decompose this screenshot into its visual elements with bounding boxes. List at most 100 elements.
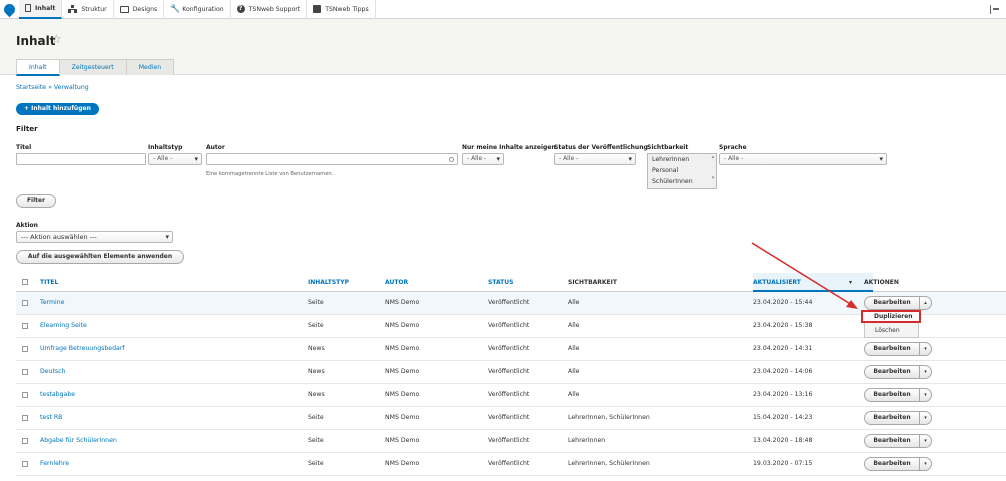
drupal-logo-icon[interactable] bbox=[0, 0, 19, 19]
row-author[interactable]: NMS Demo bbox=[385, 437, 419, 444]
autocomplete-icon bbox=[449, 157, 454, 162]
mine-select[interactable]: - Alle - bbox=[462, 153, 504, 165]
duplicate-action[interactable]: Duplizieren bbox=[861, 310, 921, 323]
col-status[interactable]: STATUS bbox=[488, 279, 513, 286]
toolbar-label: Inhalt bbox=[35, 4, 56, 12]
row-author[interactable]: NMS Demo bbox=[385, 322, 419, 329]
apply-bulk-button[interactable]: Auf die ausgewählten Elemente anwenden bbox=[16, 250, 184, 264]
chevron-down-icon[interactable]: ▾ bbox=[920, 457, 932, 471]
table-row: testabgabe News NMS Demo Veröffentlicht … bbox=[16, 384, 1006, 407]
row-title-link[interactable]: Fernlehre bbox=[40, 460, 69, 467]
edit-button[interactable]: Bearbeiten bbox=[864, 388, 920, 402]
row-author[interactable]: NMS Demo bbox=[385, 345, 419, 352]
row-title-link[interactable]: Umfrage Betreuungsbedarf bbox=[40, 345, 125, 352]
row-checkbox[interactable] bbox=[22, 369, 28, 375]
chevron-down-icon[interactable]: ▾ bbox=[920, 411, 932, 425]
toolbar-item-designs[interactable]: Designs bbox=[114, 0, 165, 19]
row-updated: 23.04.2020 - 15:44 bbox=[753, 299, 813, 306]
author-input[interactable] bbox=[206, 153, 458, 165]
mine-label: Nur meine Inhalte anzeigen bbox=[462, 144, 556, 151]
listbox-scrollbar[interactable]: ▴ ▾ bbox=[710, 154, 716, 188]
tab-zeitgesteuert[interactable]: Zeitgesteuert bbox=[58, 59, 127, 75]
row-author[interactable]: NMS Demo bbox=[385, 391, 419, 398]
visibility-option[interactable]: Personal bbox=[648, 165, 716, 176]
toolbar-item-support[interactable]: ? TSNweb Support bbox=[231, 0, 308, 19]
title-input[interactable] bbox=[16, 153, 146, 165]
edit-button[interactable]: Bearbeiten bbox=[864, 296, 920, 310]
col-author[interactable]: AUTOR bbox=[385, 279, 408, 286]
row-visibility: Alle bbox=[568, 391, 580, 398]
row-title-link[interactable]: Deutsch bbox=[40, 368, 65, 375]
row-actions: Bearbeiten ▾ bbox=[864, 411, 932, 425]
row-updated: 23.04.2020 - 14:31 bbox=[753, 345, 813, 352]
edit-button[interactable]: Bearbeiten bbox=[864, 342, 920, 356]
toolbar-item-konfiguration[interactable]: 🔧 Konfiguration bbox=[164, 0, 231, 19]
row-updated: 13.04.2020 - 18:48 bbox=[753, 437, 813, 444]
row-visibility: LehrerInnen, SchülerInnen bbox=[568, 460, 650, 467]
row-checkbox[interactable] bbox=[22, 323, 28, 329]
row-checkbox[interactable] bbox=[22, 392, 28, 398]
breadcrumb[interactable]: Startseite » Verwaltung bbox=[16, 84, 89, 91]
col-type[interactable]: INHALTSTYP bbox=[308, 279, 349, 286]
page-icon bbox=[25, 4, 31, 12]
toolbar-item-tipps[interactable]: TSNweb Tipps bbox=[307, 0, 376, 19]
chevron-down-icon[interactable]: ▾ bbox=[920, 434, 932, 448]
chevron-up-icon[interactable]: ▴ bbox=[920, 296, 932, 310]
type-select[interactable]: - Alle - bbox=[148, 153, 202, 165]
delete-action[interactable]: Löschen bbox=[865, 325, 918, 336]
row-checkbox[interactable] bbox=[22, 461, 28, 467]
col-updated[interactable]: AKTUALISIERT bbox=[753, 279, 801, 286]
star-icon[interactable]: ☆ bbox=[51, 32, 62, 46]
language-select[interactable]: - Alle - bbox=[719, 153, 887, 165]
row-title-link[interactable]: Termine bbox=[40, 299, 64, 306]
row-updated: 23.04.2020 - 14:06 bbox=[753, 368, 813, 375]
toolbar-item-inhalt[interactable]: Inhalt bbox=[19, 0, 63, 19]
type-label: Inhaltstyp bbox=[148, 144, 183, 151]
chevron-down-icon[interactable]: ▾ bbox=[920, 365, 932, 379]
row-checkbox[interactable] bbox=[22, 415, 28, 421]
row-title-link[interactable]: Elearning Seite bbox=[40, 322, 87, 329]
add-content-button[interactable]: + Inhalt hinzufügen bbox=[16, 103, 99, 115]
row-status: Veröffentlicht bbox=[488, 460, 530, 467]
row-title-link[interactable]: testabgabe bbox=[40, 391, 75, 398]
chevron-down-icon[interactable]: ▾ bbox=[920, 388, 932, 402]
status-select[interactable]: - Alle - bbox=[554, 153, 636, 165]
visibility-option[interactable]: SchülerInnen bbox=[648, 176, 716, 187]
row-checkbox[interactable] bbox=[22, 346, 28, 352]
toolbar-item-struktur[interactable]: Struktur bbox=[62, 0, 114, 19]
edit-button[interactable]: Bearbeiten bbox=[864, 365, 920, 379]
page-title: Inhalt bbox=[16, 34, 56, 48]
col-actions: AKTIONEN bbox=[864, 279, 899, 286]
row-visibility: Alle bbox=[568, 345, 580, 352]
row-title-link[interactable]: Abgabe für SchülerInnen bbox=[40, 437, 117, 444]
visibility-option[interactable]: LehrerInnen bbox=[648, 154, 716, 165]
col-title[interactable]: TITEL bbox=[40, 279, 58, 286]
sort-desc-icon[interactable]: ▾ bbox=[849, 279, 852, 286]
select-all-checkbox[interactable] bbox=[22, 279, 28, 285]
action-select[interactable]: --- Aktion auswählen --- bbox=[16, 231, 173, 243]
tab-medien[interactable]: Medien bbox=[125, 59, 175, 75]
row-updated: 19.03.2020 - 07:15 bbox=[753, 460, 813, 467]
row-updated: 15.04.2020 - 14:23 bbox=[753, 414, 813, 421]
title-label: Titel bbox=[16, 144, 32, 151]
visibility-listbox[interactable]: LehrerInnen Personal SchülerInnen ▴ ▾ bbox=[647, 153, 717, 189]
row-author[interactable]: NMS Demo bbox=[385, 368, 419, 375]
tab-inhalt[interactable]: Inhalt bbox=[16, 59, 60, 76]
filter-button[interactable]: Filter bbox=[16, 194, 56, 208]
table-row: Elearning Seite Seite NMS Demo Veröffent… bbox=[16, 315, 1006, 338]
row-title-link[interactable]: test RB bbox=[40, 414, 62, 421]
edit-button[interactable]: Bearbeiten bbox=[864, 411, 920, 425]
row-checkbox[interactable] bbox=[22, 438, 28, 444]
chevron-down-icon[interactable]: ▾ bbox=[920, 342, 932, 356]
row-type: Seite bbox=[308, 460, 324, 467]
row-checkbox[interactable] bbox=[22, 300, 28, 306]
row-type: News bbox=[308, 345, 325, 352]
row-actions: Bearbeiten ▴ bbox=[864, 296, 932, 310]
toolbar-orientation-icon[interactable] bbox=[990, 5, 1000, 14]
row-author[interactable]: NMS Demo bbox=[385, 460, 419, 467]
table-row: Abgabe für SchülerInnen Seite NMS Demo V… bbox=[16, 430, 1006, 453]
edit-button[interactable]: Bearbeiten bbox=[864, 434, 920, 448]
row-author[interactable]: NMS Demo bbox=[385, 414, 419, 421]
row-author[interactable]: NMS Demo bbox=[385, 299, 419, 306]
edit-button[interactable]: Bearbeiten bbox=[864, 457, 920, 471]
